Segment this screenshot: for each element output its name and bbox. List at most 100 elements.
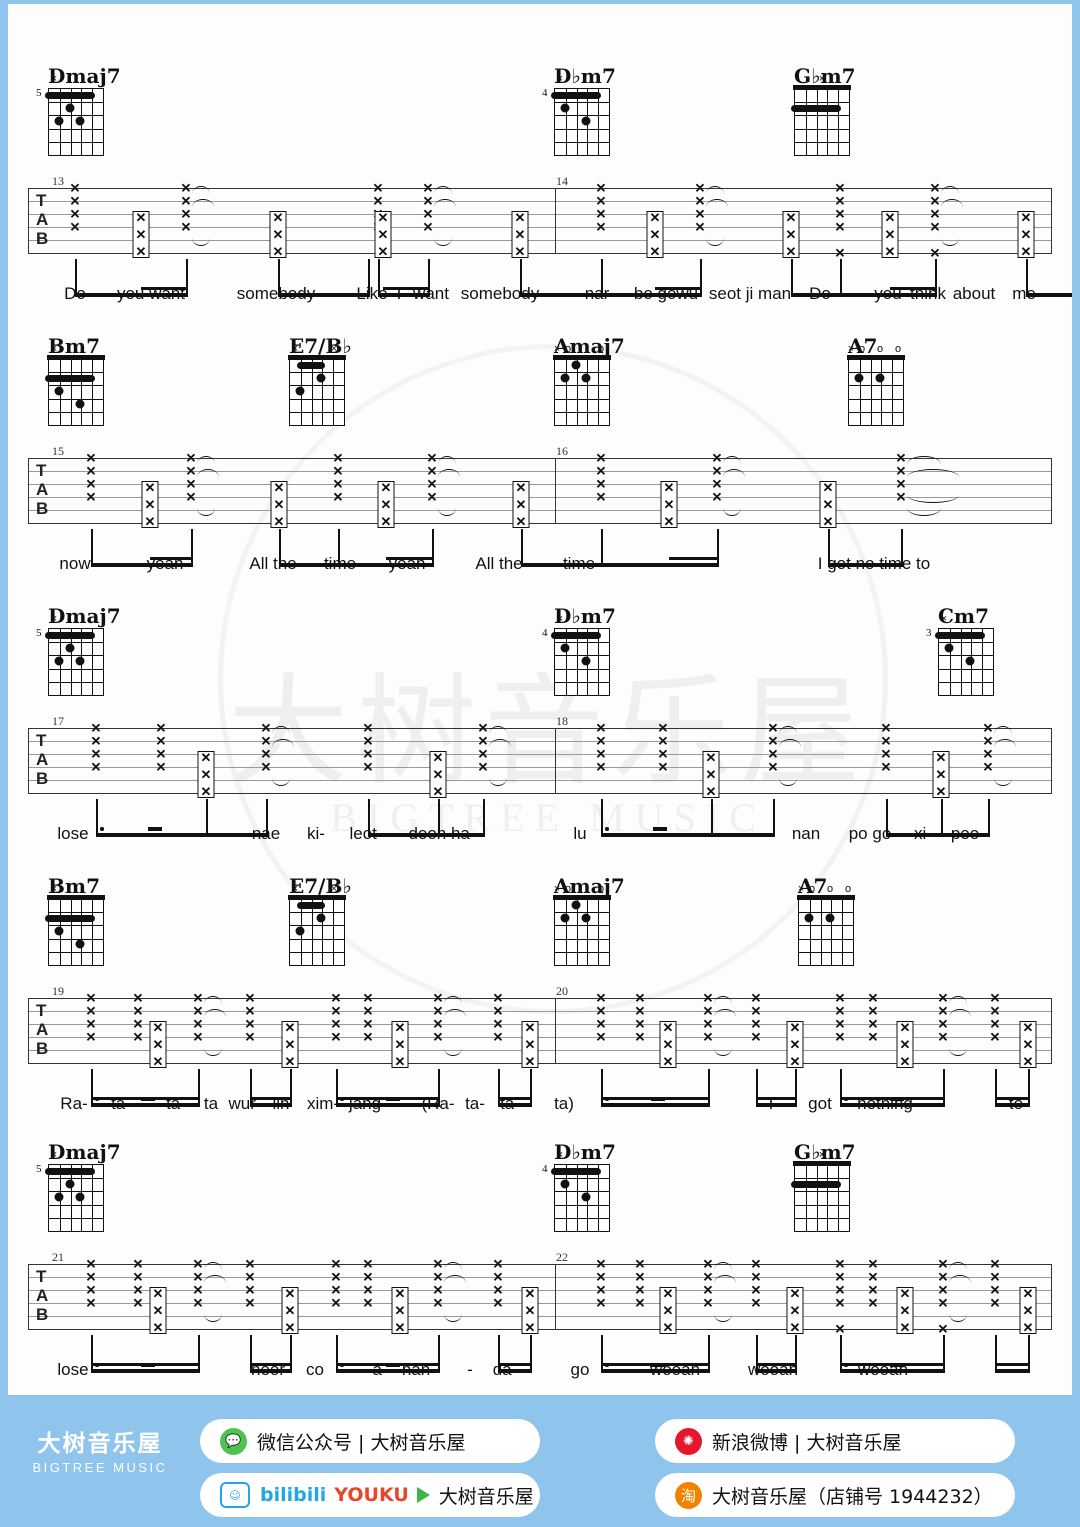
muted-strum-box: ✕ ✕ ✕ [659,1021,677,1068]
chord-diagram-E7B: E7/B♭ × × [288,336,352,426]
barline [1051,998,1052,1063]
muted-strum-box: ✕ ✕ ✕ [896,1287,914,1334]
muted-note-x: ✕ [937,1269,949,1285]
muted-note-x: ✕ [937,1295,949,1311]
muted-note-x: ✕ [694,206,706,222]
muted-string-icon: × [50,343,58,355]
open-string-icon: o [597,343,605,355]
measure-number: 14 [556,174,568,188]
muted-note-x: ✕ [694,219,706,235]
tie-arc [907,508,941,516]
muted-string-icon: × [50,613,58,625]
tab-clef-letter: T [36,731,47,750]
chord-finger-dot [295,926,305,936]
muted-note-x: ✕ [69,206,81,222]
rhythm-beam [756,1103,795,1107]
muted-note-x: ✕ [702,1269,714,1285]
chord-fretboard: × o o [553,884,611,966]
video-channels-link[interactable]: ☺ bilibili YOUKU 大树音乐屋 [200,1473,540,1517]
muted-note-x: ✕ [750,1295,762,1311]
tab-clef-letter: B [36,229,49,248]
chord-diagram-Dmaj7: Dmaj7 × 5 [36,1142,121,1232]
muted-note-x: ✕ [244,990,256,1006]
muted-note-x: ✕ [132,990,144,1006]
lyric-syllable: wooah [857,1360,909,1379]
lyric-syllable: ta [203,1094,219,1113]
muted-strum-box: ✕ ✕ ✕ [521,1287,539,1334]
muted-note-x: ✕ [750,1003,762,1019]
lyric-syllable: lose [57,824,89,843]
chord-string-markers: × [938,614,994,626]
barline [1051,458,1052,523]
muted-note-x: ✕ [834,1282,846,1298]
muted-note-x: ✕ [834,180,846,196]
muted-note-x: ✕ [192,1003,204,1019]
muted-note-x: ✕ [492,1282,504,1298]
muted-note-x: ✕ [937,990,949,1006]
chord-fretboard: × [791,74,851,156]
muted-note-x: ✕ [244,1256,256,1272]
muted-note-x: ✕ [867,990,879,1006]
rhythm-stem [186,259,188,297]
muted-note-x: ✕ [595,1016,607,1032]
chord-finger-dot [571,900,581,910]
muted-note-x: ✕ [834,1256,846,1272]
chord-fretboard: × × [288,344,346,426]
muted-string-icon: × [330,343,338,355]
rhythm-stem [717,529,719,567]
chord-fret-number: 4 [542,1163,548,1175]
muted-strum-box: ✕ ✕ ✕ [1019,1021,1037,1068]
tab-clef-letter: B [36,499,49,518]
taobao-link[interactable]: 淘 大树音乐屋（店铺号 1944232） [655,1473,1015,1517]
chord-finger-dot [581,116,591,126]
muted-note-x: ✕ [155,759,167,775]
barline [555,728,556,793]
muted-note-x: ✕ [192,1295,204,1311]
rhythm-stem [756,1069,758,1107]
weibo-link[interactable]: ✺ 新浪微博 | 大树音乐屋 [655,1419,1015,1463]
muted-strum-box: ✕ ✕ ✕ [197,751,215,798]
muted-note-x: ✕ [85,1295,97,1311]
muted-note-x: ✕ [155,746,167,762]
chord-finger-dot [65,1179,75,1189]
chord-fret-number: 5 [36,1163,42,1175]
muted-note-x: ✕ [834,1016,846,1032]
chord-nut [288,895,346,900]
chord-grid-frame [794,88,850,156]
muted-strum-box: ✕ ✕ ✕ [1017,211,1035,258]
chord-grid-frame [554,898,610,966]
muted-note-x: ✕ [362,990,374,1006]
muted-strum-box: ✕ ✕ ✕ [702,751,720,798]
lyric-syllable: time [323,554,357,573]
augmentation-dot [95,1097,99,1101]
muted-note-x: ✕ [372,180,384,196]
muted-note-x: ✕ [362,1295,374,1311]
muted-note-x: ✕ [750,1016,762,1032]
muted-strum-box: ✕ ✕ ✕ [269,211,287,258]
lyric-syllable: ta- [166,1094,186,1113]
muted-note-x: ✕ [982,733,994,749]
chord-finger-dot [65,643,75,653]
muted-note-x: ✕ [595,219,607,235]
measure-number: 15 [52,444,64,458]
muted-strum-box: ✕ ✕ ✕ [391,1021,409,1068]
wechat-link[interactable]: 💬 微信公众号 | 大树音乐屋 [200,1419,540,1463]
rhythm-stem [773,799,775,837]
lyric-syllable: Like [356,284,388,303]
chord-fretboard: × o o o [847,344,905,426]
chord-finger-dot [560,913,570,923]
muted-note-x: ✕ [595,193,607,209]
augmentation-dot [340,1097,344,1101]
lyric-syllable: think [910,284,946,303]
muted-note-x: ✕ [244,1295,256,1311]
chord-finger-dot [75,939,85,949]
lyric-syllable: wooah [649,1360,701,1379]
muted-note-x: ✕ [85,990,97,1006]
muted-note-x: ✕ [422,219,434,235]
muted-note-x: ✕ [702,1295,714,1311]
muted-note-x: ✕ [867,1256,879,1272]
muted-strum-box: ✕ ✕ ✕ [281,1287,299,1334]
lyric-syllable: wur- [228,1094,262,1113]
chord-finger-dot [825,913,835,923]
muted-strum-box: ✕ ✕ ✕ [659,1287,677,1334]
